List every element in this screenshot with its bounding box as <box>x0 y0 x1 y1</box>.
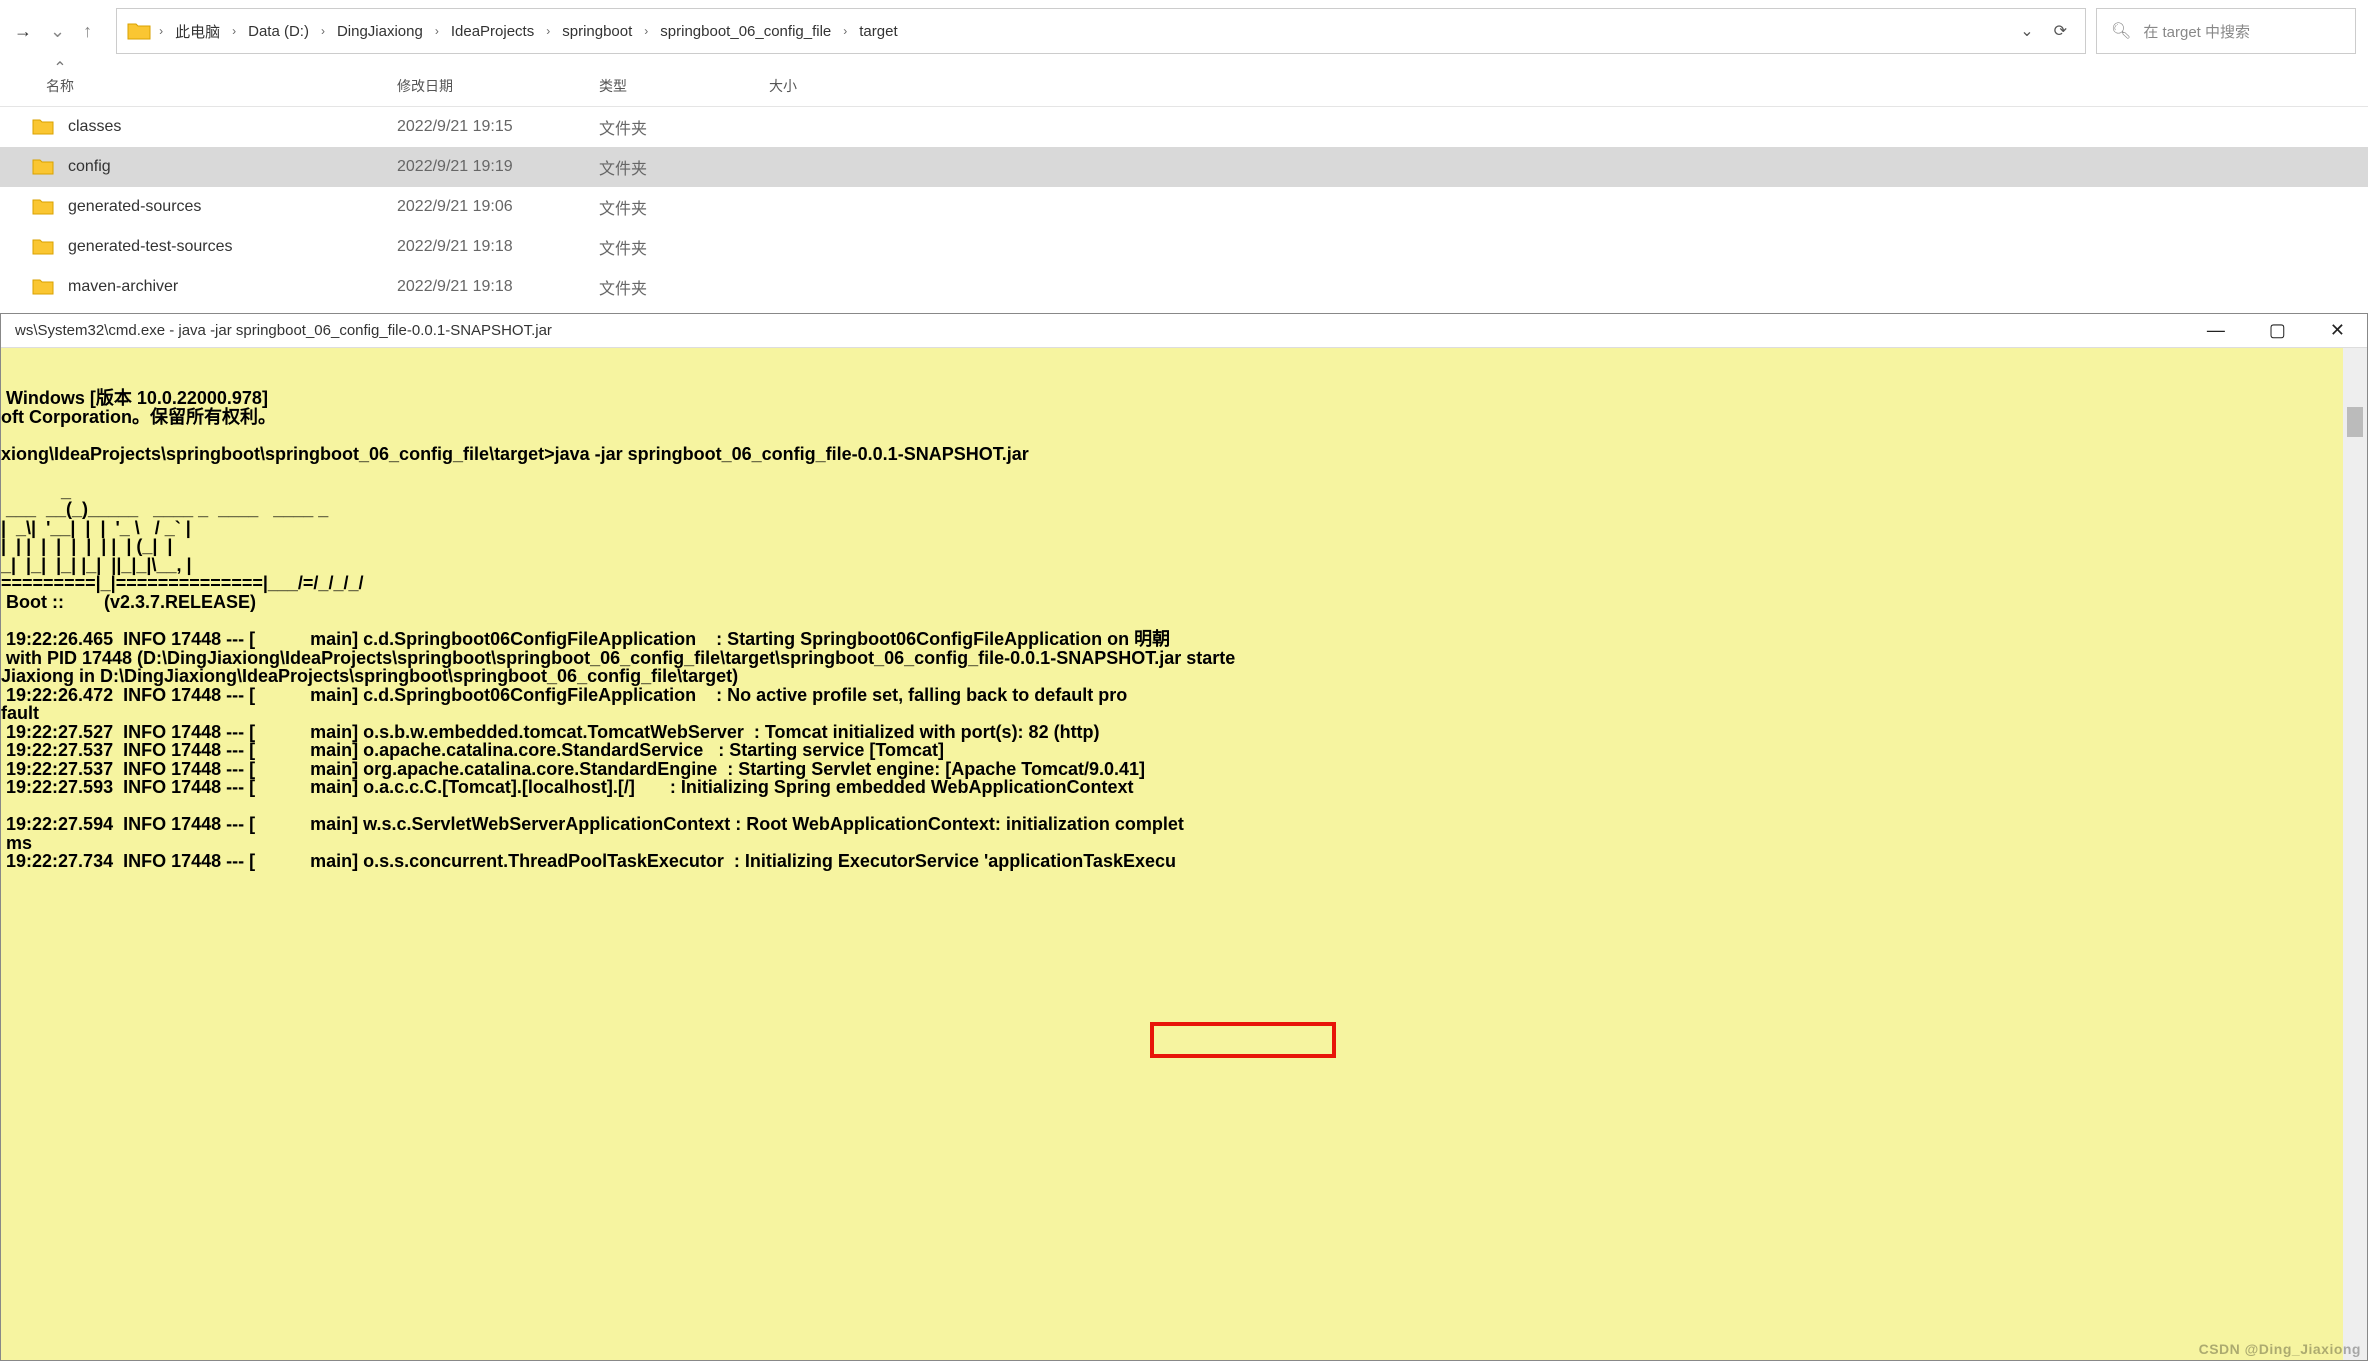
file-type: 文件夹 <box>587 155 757 179</box>
nav-buttons: → ⌄ ↑ <box>0 21 106 42</box>
address-dropdown-icon[interactable]: ⌄ <box>2020 21 2033 41</box>
breadcrumb-item[interactable]: target <box>855 21 901 42</box>
close-icon[interactable]: ✕ <box>2330 320 2345 341</box>
file-name: generated-test-sources <box>68 238 233 256</box>
file-explorer: → ⌄ ↑ › 此电脑 › Data (D:) › DingJiaxiong › IdeaP… <box>0 0 2368 347</box>
file-date: 2022/9/21 19:15 <box>383 118 587 136</box>
window-controls: — ▢ ✕ <box>2207 320 2353 341</box>
scrollbar-thumb[interactable] <box>2347 407 2363 437</box>
breadcrumb-sep-icon: › <box>546 24 550 38</box>
file-list: 名称 修改日期 类型 大小 classes2022/9/21 19:15文件夹c… <box>0 66 2368 347</box>
cmd-titlebar[interactable]: ws\System32\cmd.exe - java -jar springbo… <box>1 314 2367 348</box>
col-date-header[interactable]: 修改日期 <box>397 78 453 94</box>
file-name: maven-archiver <box>68 278 178 296</box>
forward-arrow-icon[interactable]: → <box>14 21 32 42</box>
address-bar[interactable]: › 此电脑 › Data (D:) › DingJiaxiong › IdeaProject… <box>116 8 2086 54</box>
folder-icon <box>32 158 54 176</box>
folder-icon <box>127 21 151 41</box>
search-icon: 🔍︎ <box>2111 21 2131 41</box>
column-headers[interactable]: 名称 修改日期 类型 大小 <box>0 66 2368 107</box>
watermark: CSDN @Ding_Jiaxiong <box>2199 1342 2361 1356</box>
file-row[interactable]: maven-archiver 2022/9/21 19:18文件夹 <box>0 267 2368 307</box>
file-type: 文件夹 <box>587 235 757 259</box>
folder-icon <box>32 118 54 136</box>
explorer-toolbar: → ⌄ ↑ › 此电脑 › Data (D:) › DingJiaxiong › IdeaP… <box>0 0 2368 66</box>
col-size-header[interactable]: 大小 <box>769 78 797 94</box>
breadcrumb-sep-icon: › <box>232 24 236 38</box>
file-row[interactable]: generated-test-sources 2022/9/21 19:18文件夹 <box>0 227 2368 267</box>
console-output[interactable]: Windows [版本 10.0.22000.978] oft Corporat… <box>1 348 2367 1360</box>
breadcrumb-sep-icon: › <box>159 24 163 38</box>
highlight-annotation <box>1150 1022 1336 1058</box>
up-arrow-icon[interactable]: ↑ <box>83 21 92 42</box>
col-name-header[interactable]: 名称 <box>46 76 74 96</box>
search-input[interactable]: 🔍︎ 在 target 中搜索 <box>2096 8 2356 54</box>
file-row[interactable]: config 2022/9/21 19:19文件夹 <box>0 147 2368 187</box>
breadcrumb-sep-icon: › <box>321 24 325 38</box>
cmd-title-text: ws\System32\cmd.exe - java -jar springbo… <box>15 322 2207 339</box>
refresh-icon[interactable]: ⟳ <box>2054 21 2067 41</box>
scrollbar[interactable] <box>2343 348 2367 1360</box>
breadcrumb-item[interactable]: 此电脑 <box>171 19 224 44</box>
minimize-icon[interactable]: — <box>2207 320 2225 341</box>
file-name: config <box>68 158 111 176</box>
file-name: generated-sources <box>68 198 201 216</box>
breadcrumb-item[interactable]: DingJiaxiong <box>333 21 427 42</box>
breadcrumb-item[interactable]: springboot <box>558 21 636 42</box>
folder-icon <box>32 278 54 296</box>
file-row[interactable]: generated-sources 2022/9/21 19:06文件夹 <box>0 187 2368 227</box>
breadcrumb-item[interactable]: springboot_06_config_file <box>656 21 835 42</box>
file-name: classes <box>68 118 121 136</box>
breadcrumb-sep-icon: › <box>435 24 439 38</box>
breadcrumb-item[interactable]: Data (D:) <box>244 21 313 42</box>
breadcrumb: 此电脑 › Data (D:) › DingJiaxiong › IdeaProjects ›… <box>171 19 2012 44</box>
search-placeholder: 在 target 中搜索 <box>2143 21 2250 42</box>
file-date: 2022/9/21 19:19 <box>383 158 587 176</box>
file-date: 2022/9/21 19:06 <box>383 198 587 216</box>
breadcrumb-item[interactable]: IdeaProjects <box>447 21 538 42</box>
breadcrumb-sep-icon: › <box>843 24 847 38</box>
col-type-header[interactable]: 类型 <box>599 78 627 94</box>
breadcrumb-sep-icon: › <box>644 24 648 38</box>
maximize-icon[interactable]: ▢ <box>2269 320 2286 341</box>
file-type: 文件夹 <box>587 115 757 139</box>
file-type: 文件夹 <box>587 275 757 299</box>
folder-icon <box>32 238 54 256</box>
file-date: 2022/9/21 19:18 <box>383 278 587 296</box>
file-date: 2022/9/21 19:18 <box>383 238 587 256</box>
dropdown-chevron-icon[interactable]: ⌄ <box>50 21 65 42</box>
folder-icon <box>32 198 54 216</box>
file-type: 文件夹 <box>587 195 757 219</box>
cmd-window: ws\System32\cmd.exe - java -jar springbo… <box>0 313 2368 1361</box>
file-row[interactable]: classes 2022/9/21 19:15文件夹 <box>0 107 2368 147</box>
